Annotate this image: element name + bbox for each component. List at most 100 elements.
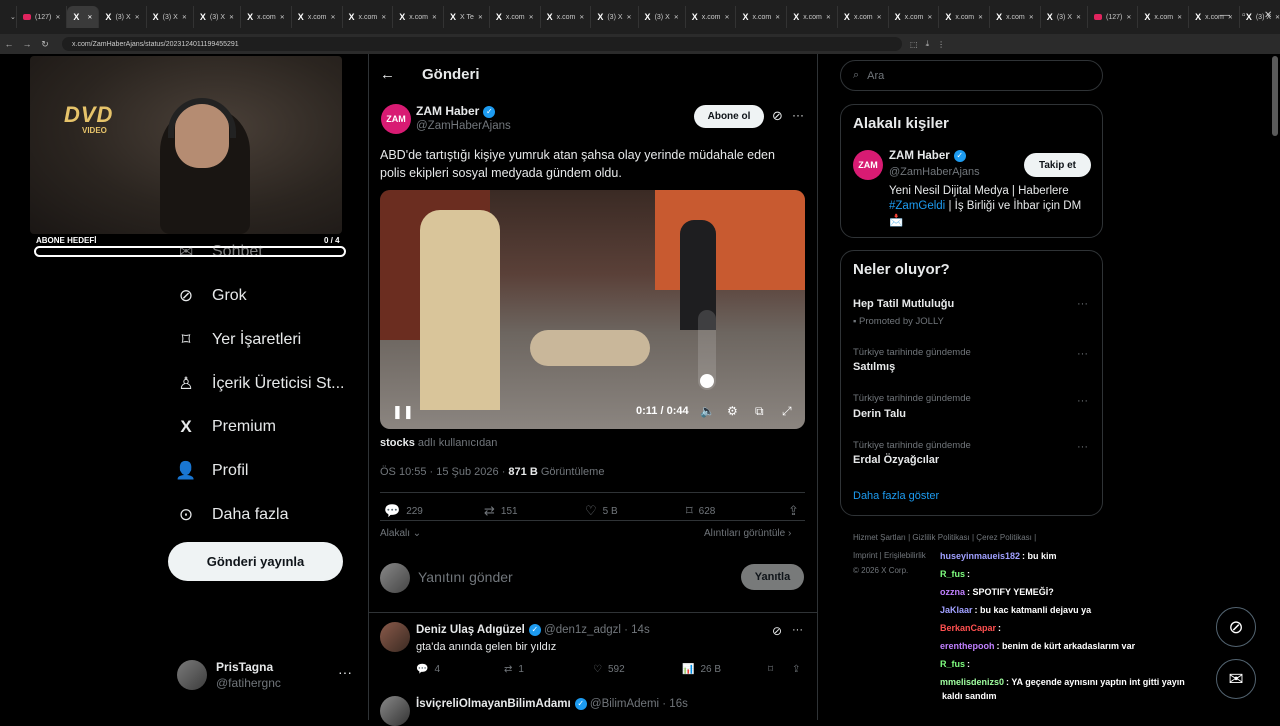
tab-list-button[interactable]: ⌄ (4, 6, 17, 28)
tab-close-icon[interactable]: ✕ (775, 14, 780, 21)
browser-tab[interactable]: X (3) X ✕ (1240, 6, 1280, 28)
nav-item-creator-studio[interactable]: ♙ İçerik Üreticisi St... (176, 374, 344, 394)
nav-item-grok[interactable]: ⊘ Grok (176, 286, 247, 306)
tab-close-icon[interactable]: ✕ (627, 14, 632, 21)
browser-tab[interactable]: Xx.com ✕ (889, 6, 940, 28)
browser-tab[interactable]: Xx.com ✕ (838, 6, 889, 28)
browser-tab[interactable]: Xx.com ✕ (1189, 6, 1240, 28)
forward-icon[interactable]: → (18, 39, 36, 49)
browser-tab[interactable]: X (3) X ✕ (194, 6, 242, 28)
tab-close-icon[interactable]: ✕ (1076, 14, 1081, 21)
reply-input[interactable]: Yanıtını gönder (418, 569, 513, 585)
grok-float-button[interactable]: ⊘ (1216, 607, 1256, 647)
download-icon[interactable]: ⤓ (926, 39, 930, 49)
post-timestamp[interactable]: ÖS 10:55 · 15 Şub 2026 · (380, 466, 508, 478)
tab-close-icon[interactable]: ✕ (927, 14, 932, 21)
browser-tab[interactable]: X (3) X ✕ (147, 6, 194, 28)
nav-item-profile[interactable]: 👤 Profil (175, 461, 248, 481)
tab-close-icon[interactable]: ✕ (724, 14, 729, 21)
subscribe-button[interactable]: Abone ol (694, 105, 764, 128)
browser-tab[interactable]: X (3) X ✕ (591, 6, 639, 28)
tab-close-icon[interactable]: ✕ (478, 14, 483, 21)
browser-tab[interactable]: Xx.com ✕ (1138, 6, 1190, 28)
pause-icon[interactable]: ❚❚ (392, 404, 414, 420)
browser-tab[interactable]: Xx.com ✕ (736, 6, 788, 28)
trend-item[interactable]: Erdal Özyağcılar (853, 454, 939, 466)
tab-close-icon[interactable]: ✕ (229, 14, 234, 21)
reload-icon[interactable]: ↻ (36, 39, 54, 50)
tab-close-icon[interactable]: ✕ (87, 14, 92, 21)
post-button[interactable]: Gönderi yayınla (168, 542, 343, 581)
url-field[interactable]: x.com/ZamHaberAjans/status/2023124011199… (62, 37, 902, 51)
share-stat[interactable]: ⇪ (788, 503, 799, 519)
trend-more-icon[interactable]: ··· (1077, 441, 1088, 453)
messages-float-button[interactable]: ✉ (1216, 659, 1256, 699)
menu-icon[interactable]: ⋮ (937, 40, 945, 49)
video-player[interactable] (380, 190, 805, 429)
tab-close-icon[interactable]: ✕ (182, 14, 187, 21)
comment-grok-icon[interactable]: ⊘ (772, 624, 782, 638)
author-name[interactable]: ZAM Haber ✓ (416, 104, 496, 118)
extensions-icon[interactable]: ⬚ (910, 40, 918, 49)
tab-close-icon[interactable]: ✕ (877, 14, 882, 21)
comment-more-icon[interactable]: ··· (792, 624, 803, 636)
account-name[interactable]: PrisTagna (216, 660, 273, 674)
sort-relevant[interactable]: Alakalı ⌄ (380, 528, 421, 539)
back-icon[interactable]: ← (0, 39, 18, 49)
browser-tab[interactable]: XX Te ✕ (444, 6, 490, 28)
browser-tab[interactable]: (127) ✕ (17, 6, 68, 28)
tab-close-icon[interactable]: ✕ (55, 14, 60, 21)
trend-item[interactable]: Satılmış (853, 361, 895, 373)
account-more-icon[interactable]: ··· (338, 664, 352, 680)
volume-knob[interactable] (700, 374, 714, 388)
view-quotes-link[interactable]: Alıntıları görüntüle › (704, 528, 791, 539)
tab-close-icon[interactable]: ✕ (330, 14, 335, 21)
comment-author[interactable]: Deniz Ulaş Adıgüzel ✓ @den1z_adgzl · 14s (416, 624, 650, 636)
minimize-icon[interactable]: — (1220, 10, 1230, 21)
nav-item-bookmarks[interactable]: ⌑ Yer İşaretleri (176, 330, 302, 350)
post-more-icon[interactable]: ··· (792, 108, 804, 122)
author-handle[interactable]: @ZamHaberAjans (416, 120, 511, 132)
comment-author[interactable]: İsviçreliOlmayanBilimAdamı ✓ @BilimAdemi … (416, 698, 688, 710)
trend-item[interactable]: Derin Talu (853, 408, 906, 420)
volume-icon[interactable]: 🔈 (700, 404, 715, 418)
browser-tab[interactable]: Xx.com ✕ (393, 6, 444, 28)
tab-close-icon[interactable]: ✕ (826, 14, 831, 21)
pip-icon[interactable]: ⧉ (755, 404, 764, 419)
tab-close-icon[interactable]: ✕ (674, 14, 679, 21)
browser-tab[interactable]: Xx.com ✕ (990, 6, 1041, 28)
account-handle[interactable]: @fatihergnc (216, 676, 281, 690)
browser-tab[interactable]: Xx.com ✕ (241, 6, 292, 28)
maximize-icon[interactable]: ▫ (1242, 10, 1246, 21)
browser-tab[interactable]: X (3) X ✕ (99, 6, 147, 28)
video-source[interactable]: stocks adlı kullanıcıdan (380, 437, 497, 449)
account-avatar[interactable] (177, 660, 207, 690)
reply-button[interactable]: Yanıtla (741, 564, 804, 590)
tab-close-icon[interactable]: ✕ (1275, 14, 1280, 21)
browser-tab[interactable]: (127) ✕ (1088, 6, 1139, 28)
browser-tab[interactable]: Xx.com ✕ (343, 6, 394, 28)
browser-tab[interactable]: Xx.com ✕ (490, 6, 541, 28)
repost-stat[interactable]: ⇄ 151 (484, 503, 518, 519)
browser-tab[interactable]: Xx.com ✕ (541, 6, 592, 28)
browser-tab[interactable]: X (3) X ✕ (1041, 6, 1089, 28)
comment-bookmark-icon[interactable]: ⌑ (768, 664, 773, 675)
tab-close-icon[interactable]: ✕ (1126, 14, 1131, 21)
comment-reply-stat[interactable]: 💬 4 (416, 664, 440, 675)
tab-close-icon[interactable]: ✕ (579, 14, 584, 21)
tab-close-icon[interactable]: ✕ (1177, 14, 1182, 21)
trend-more-icon[interactable]: ··· (1077, 298, 1088, 310)
nav-item-more[interactable]: ⊙ Daha fazla (176, 505, 289, 525)
browser-tab[interactable]: Xx.com ✕ (686, 6, 737, 28)
tab-close-icon[interactable]: ✕ (280, 14, 285, 21)
comment-views-stat[interactable]: 📊 26 B (682, 664, 721, 675)
back-arrow-icon[interactable]: ← (380, 66, 395, 83)
related-name[interactable]: ZAM Haber ✓ (889, 150, 966, 162)
comment-share-icon[interactable]: ⇪ (792, 664, 800, 675)
footer-links-2[interactable]: Imprint | Erişilebilirlik (853, 551, 926, 560)
trend-more-icon[interactable]: ··· (1077, 348, 1088, 360)
nav-item-chat[interactable]: ✉ Sohbet (176, 242, 263, 262)
browser-tab[interactable]: X (3) X ✕ (639, 6, 686, 28)
trend-item[interactable]: Hep Tatil Mutluluğu (853, 298, 954, 310)
tab-close-icon[interactable]: ✕ (529, 14, 534, 21)
